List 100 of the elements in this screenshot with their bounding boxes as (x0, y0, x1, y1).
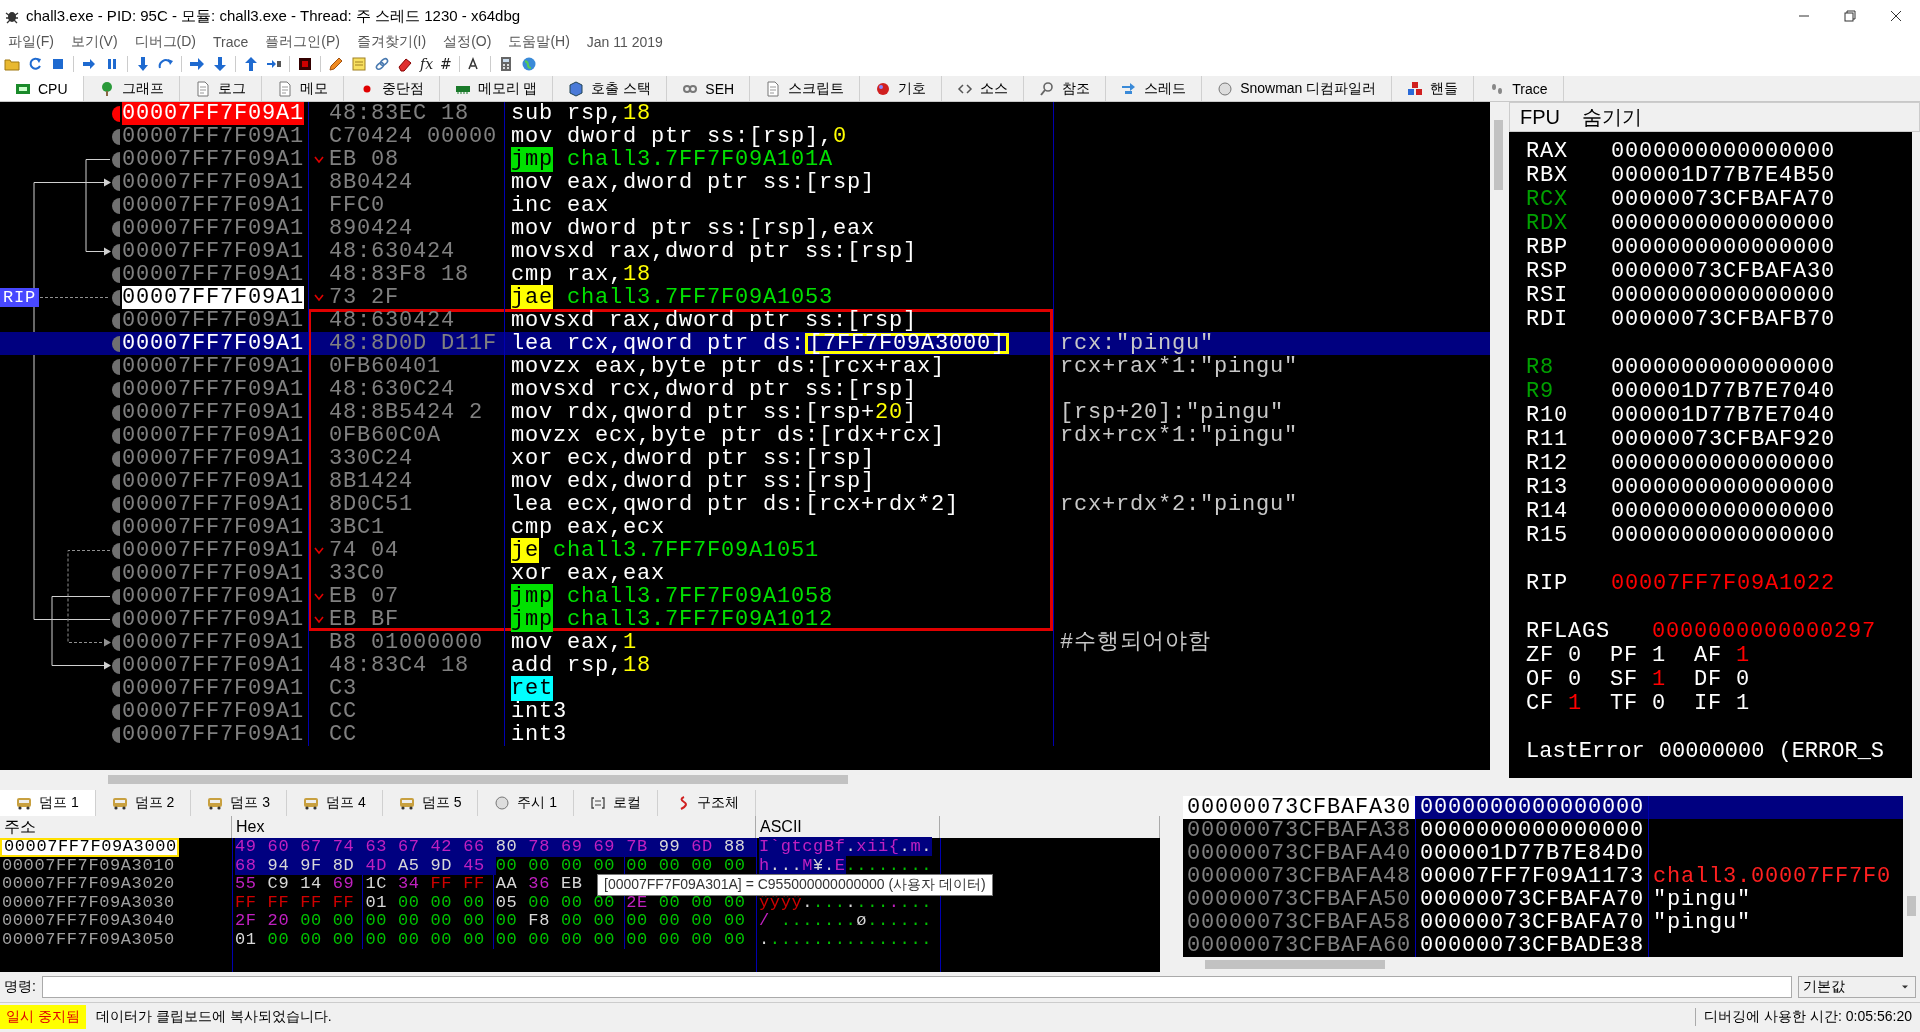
disasm-row[interactable]: 00007FF7F09A1 0FB60401 movzx eax,byte ptr ds:[rcx+rax] rcx+rax*1:"pingu" (0, 355, 1490, 378)
disasm-row[interactable]: 00007FF7F09A1 0FB60C0A movzx ecx,byte ptr ds:[rdx+rcx] rdx+rcx*1:"pingu" (0, 424, 1490, 447)
register-value[interactable]: 00007FF7F09A1022 (1611, 572, 1912, 596)
hex-bytes[interactable]: FF FF FF FF 01 00 00 00 05 00 00 00 2E 00 00 00 (235, 892, 757, 912)
disasm-row[interactable]: RIP 00007FF7F09A1 73 2F jae chall3.7FF7F09A1053 (0, 286, 1490, 309)
breakpoint-marker-icon[interactable] (112, 611, 120, 628)
ascii-text[interactable]: / .......ø...... (759, 911, 932, 930)
menu-item[interactable]: Trace (213, 34, 249, 50)
breakpoint-marker-icon[interactable] (112, 680, 120, 697)
menu-item[interactable]: Jan 11 2019 (586, 34, 663, 50)
folder-icon[interactable] (4, 56, 20, 72)
tab[interactable]: CPU (0, 76, 84, 101)
register-value[interactable]: 00000073CFBAFA70 (1611, 188, 1912, 212)
stack-row[interactable]: 00000073CFBAFA50 00000073CFBAFA70 "pingu" (1183, 888, 1903, 911)
register-value[interactable]: 00000073CFBAFB70 (1611, 308, 1912, 332)
command-field[interactable] (41, 976, 1792, 998)
flag-value[interactable]: 0 (1652, 692, 1694, 716)
breakpoint-marker-icon[interactable] (112, 473, 120, 490)
hex-bytes[interactable]: 2F 20 00 00 00 00 00 00 00 F8 00 00 00 00 00 00 (235, 911, 757, 930)
pencil-icon[interactable] (328, 56, 344, 72)
ascii-text[interactable]: I`gtcgBf.xii{.m. (759, 837, 932, 856)
tab[interactable]: 덤프 1 (0, 790, 96, 816)
disasm-row[interactable]: 00007FF7F09A1 48:630424 movsxd rax,dword ptr ss:[rsp] (0, 309, 1490, 332)
breakpoint-marker-icon[interactable] (112, 197, 120, 214)
breakpoint-marker-icon[interactable] (112, 657, 120, 674)
register-value[interactable]: 00000073CFBAF920 (1611, 428, 1912, 452)
register-value[interactable]: 0000000000000000 (1611, 140, 1912, 164)
arrow-up-icon[interactable] (243, 56, 259, 72)
panel-header-text[interactable]: FPU (1520, 105, 1560, 129)
stack-row[interactable]: 00000073CFBAFA30 0000000000000000 (1183, 796, 1903, 819)
square-icon[interactable] (297, 56, 313, 72)
register-value[interactable]: 0000000000000000 (1611, 500, 1912, 524)
play-icon[interactable] (81, 56, 97, 72)
mode-dropdown[interactable]: 기본값 (1798, 976, 1916, 998)
eraser-icon[interactable] (397, 56, 413, 72)
register-value[interactable]: 0000000000000000 (1611, 236, 1912, 260)
menu-item[interactable]: 파일(F) (8, 33, 54, 51)
breakpoint-marker-icon[interactable] (112, 450, 120, 467)
ascii-text[interactable]: ................ (759, 929, 932, 949)
disasm-row[interactable]: 00007FF7F09A1 48:8B5424 2 mov rdx,qword ptr ss:[rsp+20] [rsp+20]:"pingu" (0, 401, 1490, 424)
disasm-row[interactable]: 00007FF7F09A1 EB 08 jmp chall3.7FF7F09A101A (0, 148, 1490, 171)
breakpoint-marker-icon[interactable] (112, 726, 120, 743)
flag-value[interactable]: 1 (1568, 692, 1610, 716)
register-value[interactable]: 000001D77B7E7040 (1611, 404, 1912, 428)
toolbar-button[interactable]: fx (420, 56, 434, 72)
stack-row[interactable]: 00000073CFBAFA58 00000073CFBAFA70 "pingu" (1183, 911, 1903, 934)
arrow-right-icon[interactable] (189, 56, 205, 72)
menu-item[interactable]: 디버그(D) (134, 33, 196, 51)
menu-item[interactable]: 즐겨찾기(I) (356, 33, 427, 51)
menu-item[interactable]: 플러그인(P) (265, 33, 340, 51)
disasm-row[interactable]: 00007FF7F09A1 48:630C24 movsxd rcx,dword ptr ss:[rsp] (0, 378, 1490, 401)
toolbar-button[interactable]: # (440, 56, 452, 72)
breakpoint-marker-icon[interactable] (112, 588, 120, 605)
disasm-row[interactable]: 00007FF7F09A1 EB 07 jmp chall3.7FF7F09A1058 (0, 585, 1490, 608)
scrollbar[interactable] (1490, 102, 1507, 770)
breakpoint-marker-icon[interactable] (112, 220, 120, 237)
breakpoint-marker-icon[interactable] (112, 404, 120, 421)
register-value[interactable]: 0000000000000000 (1611, 452, 1912, 476)
register-value[interactable]: 00000073CFBAFA30 (1611, 260, 1912, 284)
breakpoint-marker-icon[interactable] (112, 519, 120, 536)
panel-header-text[interactable]: 숨기기 (1582, 103, 1642, 131)
close-icon[interactable] (1888, 8, 1904, 24)
disasm-row[interactable]: 00007FF7F09A1 48:8D0D D11F lea rcx,qword ptr ds: [7FF7F09A3000] rcx:"pingu" (0, 332, 1490, 355)
disasm-row[interactable]: 00007FF7F09A1 8D0C51 lea ecx,qword ptr ds:[rcx+rdx*2] rcx+rdx*2:"pingu" (0, 493, 1490, 516)
flag-value[interactable]: 1 (1652, 668, 1694, 692)
breakpoint-marker-icon[interactable] (112, 542, 120, 559)
breakpoint-marker-icon[interactable] (112, 128, 120, 145)
register-value[interactable]: 000001D77B7E7040 (1611, 380, 1912, 404)
register-value[interactable]: 0000000000000000 (1611, 212, 1912, 236)
menu-item[interactable]: 도움말(H) (508, 33, 570, 51)
disasm-row[interactable]: 00007FF7F09A1 C3 ret (0, 677, 1490, 700)
breakpoint-marker-icon[interactable] (112, 105, 120, 122)
breakpoint-marker-icon[interactable] (112, 151, 120, 168)
breakpoint-marker-icon[interactable] (112, 174, 120, 191)
flag-value[interactable]: 0 (1736, 668, 1778, 692)
breakpoint-marker-icon[interactable] (112, 427, 120, 444)
breakpoint-marker-icon[interactable] (112, 289, 120, 306)
restore-icon[interactable] (1842, 8, 1858, 24)
breakpoint-marker-icon[interactable] (112, 381, 120, 398)
flag-value[interactable]: 1 (1736, 692, 1778, 716)
flag-value[interactable]: 1 (1652, 644, 1694, 668)
menu-item[interactable]: 보기(V) (70, 33, 118, 51)
stack-row[interactable]: 00000073CFBAFA38 0000000000000000 (1183, 819, 1903, 842)
disasm-row[interactable]: 00007FF7F09A1 74 04 je chall3.7FF7F09A1051 (0, 539, 1490, 562)
ascii-text[interactable]: h...M¥.E........ (759, 855, 932, 875)
disasm-row[interactable]: 00007FF7F09A1 8B1424 mov edx,dword ptr ss:[rsp] (0, 470, 1490, 493)
register-value[interactable]: 0000000000000000 (1611, 356, 1912, 380)
breakpoint-marker-icon[interactable] (112, 243, 120, 260)
breakpoint-marker-icon[interactable] (112, 634, 120, 651)
register-value[interactable]: 0000000000000000 (1611, 284, 1912, 308)
flag-value[interactable]: 1 (1736, 644, 1778, 668)
stack-row[interactable]: 00000073CFBAFA40 000001D77B7E84D0 (1183, 842, 1903, 865)
breakpoint-marker-icon[interactable] (112, 358, 120, 375)
flag-value[interactable]: 0 (1568, 644, 1610, 668)
hex-bytes[interactable]: 01 00 00 00 00 00 00 00 00 00 00 00 00 00 00 00 (235, 929, 757, 949)
stop-icon[interactable] (50, 56, 66, 72)
breakpoint-marker-icon[interactable] (112, 335, 120, 352)
disasm-row[interactable]: 00007FF7F09A1 48:83EC 18 sub rsp,18 (0, 102, 1490, 125)
register-value[interactable]: 000001D77B7E4B50 (1611, 164, 1912, 188)
flag-value[interactable]: 0 (1568, 668, 1610, 692)
